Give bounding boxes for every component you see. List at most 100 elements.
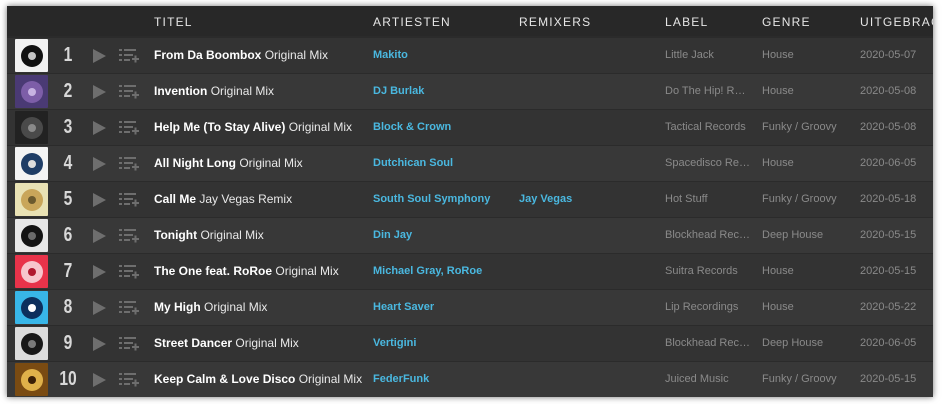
table-row[interactable]: 9 Street Dancer Original Mix Vertigini Bloc… xyxy=(7,326,933,361)
play-icon[interactable] xyxy=(93,121,106,135)
track-name[interactable]: Call Me xyxy=(154,192,196,206)
genre-name[interactable]: Deep House xyxy=(762,218,844,253)
track-title[interactable]: Tonight Original Mix xyxy=(154,218,264,253)
add-to-queue-icon[interactable] xyxy=(119,300,139,316)
track-title[interactable]: Keep Calm & Love Disco Original Mix xyxy=(154,362,362,397)
label-name[interactable]: Hot Stuff xyxy=(665,182,751,217)
album-art-thumbnail[interactable] xyxy=(15,363,48,396)
column-header-artists[interactable]: ARTIESTEN xyxy=(373,15,451,29)
table-row[interactable]: 3 Help Me (To Stay Alive) Original Mix Blo… xyxy=(7,110,933,145)
play-icon[interactable] xyxy=(93,265,106,279)
track-title[interactable]: My High Original Mix xyxy=(154,290,267,325)
add-to-queue-icon[interactable] xyxy=(119,228,139,244)
album-art-thumbnail[interactable] xyxy=(15,39,48,72)
artist-link[interactable]: Block & Crown xyxy=(373,110,451,145)
album-art-thumbnail[interactable] xyxy=(15,219,48,252)
genre-name[interactable]: Funky / Groovy xyxy=(762,182,844,217)
table-row[interactable]: 6 Tonight Original Mix Din Jay Blockhead Re… xyxy=(7,218,933,253)
table-row[interactable]: 2 Invention Original Mix DJ Burlak Do The H… xyxy=(7,74,933,109)
release-date: 2020-05-08 xyxy=(860,85,917,97)
table-row[interactable]: 4 All Night Long Original Mix Dutchican So… xyxy=(7,146,933,181)
track-name[interactable]: Street Dancer xyxy=(154,336,232,350)
track-name[interactable]: The One feat. RoRoe xyxy=(154,264,272,278)
track-name[interactable]: My High xyxy=(154,300,201,314)
table-row[interactable]: 7 The One feat. RoRoe Original Mix Michael… xyxy=(7,254,933,289)
track-title[interactable]: All Night Long Original Mix xyxy=(154,146,303,181)
artist-link[interactable]: FederFunk xyxy=(373,362,429,397)
track-name[interactable]: Tonight xyxy=(154,228,197,242)
add-to-queue-icon[interactable] xyxy=(119,192,139,208)
add-to-queue-icon[interactable] xyxy=(119,84,139,100)
track-name[interactable]: Keep Calm & Love Disco xyxy=(154,372,295,386)
album-art-thumbnail[interactable] xyxy=(15,327,48,360)
play-icon[interactable] xyxy=(93,373,106,387)
label-name[interactable]: Tactical Records xyxy=(665,110,751,145)
column-header-genre[interactable]: GENRE xyxy=(762,15,811,29)
genre-name[interactable]: House xyxy=(762,38,844,73)
column-header-title[interactable]: TITEL xyxy=(154,15,193,29)
play-icon[interactable] xyxy=(93,85,106,99)
label-name[interactable]: Juiced Music xyxy=(665,362,751,397)
genre-name[interactable]: Funky / Groovy xyxy=(762,110,844,145)
play-icon[interactable] xyxy=(93,193,106,207)
add-to-queue-icon[interactable] xyxy=(119,372,139,388)
track-title[interactable]: The One feat. RoRoe Original Mix xyxy=(154,254,339,289)
genre-name[interactable]: Funky / Groovy xyxy=(762,362,844,397)
play-icon[interactable] xyxy=(93,301,106,315)
label-name[interactable]: Blockhead Recordings xyxy=(665,218,751,253)
add-to-queue-icon[interactable] xyxy=(119,264,139,280)
table-row[interactable]: 8 My High Original Mix Heart Saver Lip Reco… xyxy=(7,290,933,325)
label-name[interactable]: Lip Recordings xyxy=(665,290,751,325)
genre-name[interactable]: House xyxy=(762,146,844,181)
artist-link[interactable]: Heart Saver xyxy=(373,290,434,325)
album-art-thumbnail[interactable] xyxy=(15,291,48,324)
genre-name[interactable]: Deep House xyxy=(762,326,844,361)
track-name[interactable]: From Da Boombox xyxy=(154,48,261,62)
album-art-thumbnail[interactable] xyxy=(15,255,48,288)
column-header-label[interactable]: LABEL xyxy=(665,15,708,29)
play-icon[interactable] xyxy=(93,229,106,243)
label-name[interactable]: Spacedisco Records xyxy=(665,146,751,181)
add-to-queue-icon[interactable] xyxy=(119,120,139,136)
genre-name[interactable]: House xyxy=(762,254,844,289)
artist-link[interactable]: Makito xyxy=(373,38,408,73)
add-to-queue-icon[interactable] xyxy=(119,336,139,352)
track-title[interactable]: Call Me Jay Vegas Remix xyxy=(154,182,292,217)
play-icon[interactable] xyxy=(93,337,106,351)
mix-name: Jay Vegas Remix xyxy=(199,192,293,206)
label-name[interactable]: Do The Hip! Records xyxy=(665,74,751,109)
release-date: 2020-06-05 xyxy=(860,337,917,349)
remixer-link[interactable]: Jay Vegas xyxy=(519,182,572,217)
label-name[interactable]: Suitra Records xyxy=(665,254,751,289)
play-icon[interactable] xyxy=(93,157,106,171)
album-art-thumbnail[interactable] xyxy=(15,183,48,216)
genre-name[interactable]: House xyxy=(762,290,844,325)
album-art-thumbnail[interactable] xyxy=(15,75,48,108)
column-header-remixers[interactable]: REMIXERS xyxy=(519,15,591,29)
add-to-queue-icon[interactable] xyxy=(119,48,139,64)
track-name[interactable]: Help Me (To Stay Alive) xyxy=(154,120,285,134)
artist-link[interactable]: Vertigini xyxy=(373,326,416,361)
track-name[interactable]: Invention xyxy=(154,84,207,98)
track-title[interactable]: From Da Boombox Original Mix xyxy=(154,38,328,73)
label-name[interactable]: Blockhead Recordings xyxy=(665,326,751,361)
artist-link[interactable]: DJ Burlak xyxy=(373,74,424,109)
artist-link[interactable]: Dutchican Soul xyxy=(373,146,453,181)
track-name[interactable]: All Night Long xyxy=(154,156,236,170)
label-name[interactable]: Little Jack xyxy=(665,38,751,73)
column-header-released[interactable]: UITGEBRACHT xyxy=(860,15,933,29)
artist-link[interactable]: South Soul Symphony xyxy=(373,182,490,217)
album-art-thumbnail[interactable] xyxy=(15,111,48,144)
artist-link[interactable]: Michael Gray, RoRoe xyxy=(373,254,482,289)
add-to-queue-icon[interactable] xyxy=(119,156,139,172)
play-icon[interactable] xyxy=(93,49,106,63)
track-title[interactable]: Street Dancer Original Mix xyxy=(154,326,299,361)
track-title[interactable]: Invention Original Mix xyxy=(154,74,274,109)
genre-name[interactable]: House xyxy=(762,74,844,109)
table-row[interactable]: 1 From Da Boombox Original Mix Makito Littl… xyxy=(7,38,933,73)
album-art-thumbnail[interactable] xyxy=(15,147,48,180)
track-title[interactable]: Help Me (To Stay Alive) Original Mix xyxy=(154,110,352,145)
table-row[interactable]: 5 Call Me Jay Vegas Remix South Soul Symph… xyxy=(7,182,933,217)
table-row[interactable]: 10 Keep Calm & Love Disco Original Mix Fed… xyxy=(7,362,933,397)
artist-link[interactable]: Din Jay xyxy=(373,218,412,253)
